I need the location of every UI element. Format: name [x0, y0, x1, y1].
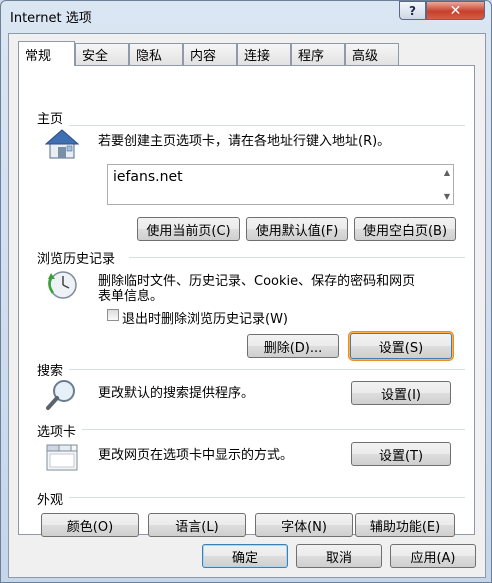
search-description: 更改默认的搜索提供程序。 [98, 386, 255, 401]
history-divider [129, 257, 465, 258]
tab-security[interactable]: 安全 [75, 43, 129, 65]
tabs-divider [81, 429, 465, 430]
search-divider [69, 369, 465, 370]
close-button[interactable]: ✕ [426, 1, 485, 20]
tab-general[interactable]: 常规 [18, 41, 75, 66]
tabs-description: 更改网页在选项卡中显示的方式。 [98, 448, 294, 463]
tab-general-label: 常规 [25, 48, 52, 64]
delete-history-on-exit-checkbox[interactable] [107, 309, 119, 321]
history-section-title: 浏览历史记录 [37, 248, 122, 267]
fonts-button[interactable]: 字体(N) [255, 513, 353, 537]
cancel-button[interactable]: 取消 [296, 544, 382, 568]
languages-button[interactable]: 语言(L) [148, 513, 246, 537]
tab-programs-label: 程序 [298, 49, 325, 64]
home-page-address-input[interactable]: iefans.net ▲ ▼ [107, 164, 454, 205]
tab-privacy-label: 隐私 [136, 49, 163, 64]
tabs-window-icon [46, 444, 78, 471]
general-tab-panel: 主页 若要创建主页选项卡，请在各地址行键入地址(R)。 iefans.net ▲… [18, 65, 475, 537]
use-blank-button[interactable]: 使用空白页(B) [354, 217, 456, 241]
internet-options-window: Internet 选项 ? ✕ 常规 安全 隐私 内容 连接 程序 高级 主页 … [0, 0, 492, 583]
tab-privacy[interactable]: 隐私 [129, 43, 183, 65]
history-clock-icon [48, 271, 77, 299]
home-divider [65, 125, 465, 126]
dialog-client-area: 常规 安全 隐私 内容 连接 程序 高级 主页 若要创建主页选项卡，请在各地址行… [8, 33, 486, 578]
colors-button[interactable]: 颜色(O) [41, 513, 139, 537]
close-icon: ✕ [449, 2, 462, 19]
history-settings-button[interactable]: 设置(S) [350, 333, 452, 359]
tab-connections-label: 连接 [244, 49, 271, 64]
use-default-button[interactable]: 使用默认值(F) [246, 217, 348, 241]
tab-content[interactable]: 内容 [183, 43, 237, 65]
tab-connections[interactable]: 连接 [237, 43, 291, 65]
tab-content-label: 内容 [190, 49, 217, 64]
accessibility-button[interactable]: 辅助功能(E) [355, 513, 455, 537]
home-page-address-value: iefans.net [113, 169, 183, 185]
house-icon [45, 129, 79, 159]
delete-history-button[interactable]: 删除(D)... [247, 334, 339, 358]
ok-button[interactable]: 确定 [202, 544, 288, 568]
scroll-up-icon[interactable]: ▲ [444, 168, 450, 177]
scroll-down-icon[interactable]: ▼ [444, 192, 450, 201]
tab-advanced[interactable]: 高级 [345, 43, 399, 65]
search-section-title: 搜索 [37, 360, 70, 379]
apply-button[interactable]: 应用(A) [390, 544, 476, 568]
home-description: 若要创建主页选项卡，请在各地址行键入地址(R)。 [98, 134, 391, 149]
magnifier-icon [46, 380, 75, 410]
tab-advanced-label: 高级 [352, 49, 379, 64]
window-title: Internet 选项 [10, 11, 92, 26]
appearance-divider [69, 497, 465, 498]
use-current-button[interactable]: 使用当前页(C) [137, 217, 240, 241]
appearance-section-title: 外观 [37, 489, 70, 508]
tabs-section-title: 选项卡 [37, 421, 83, 440]
tab-programs[interactable]: 程序 [291, 43, 345, 65]
help-icon: ? [409, 3, 416, 18]
help-button[interactable]: ? [399, 1, 426, 20]
tabs-settings-button[interactable]: 设置(T) [351, 442, 451, 466]
history-description-line2: 表单信息。 [98, 289, 164, 304]
delete-history-on-exit-label: 退出时删除浏览历史记录(W) [122, 312, 288, 327]
home-section-title: 主页 [37, 108, 70, 127]
search-settings-button[interactable]: 设置(I) [351, 381, 451, 405]
tab-security-label: 安全 [82, 49, 109, 64]
